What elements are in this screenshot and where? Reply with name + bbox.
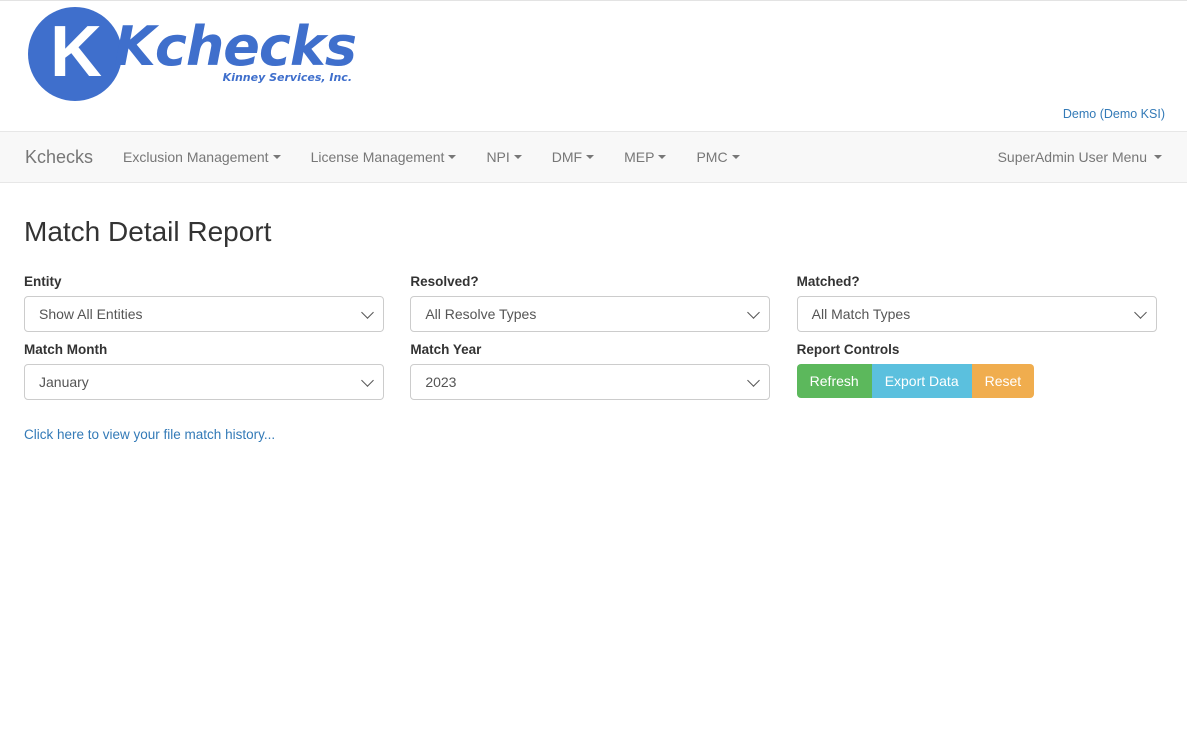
entity-select-value: Show All Entities xyxy=(39,306,143,322)
nav-item-label: NPI xyxy=(486,149,509,165)
report-controls-button-group: Refresh Export Data Reset xyxy=(797,364,1035,398)
nav-item-label: MEP xyxy=(624,149,654,165)
match-month-select-value: January xyxy=(39,374,89,390)
chevron-down-icon xyxy=(361,306,374,319)
account-link-row: Demo (Demo KSI) xyxy=(1063,107,1165,121)
chevron-down-icon xyxy=(1134,306,1147,319)
match-year-label: Match Year xyxy=(410,341,776,358)
navbar-right-group: SuperAdmin User Menu xyxy=(983,132,1187,182)
kchecks-logo[interactable]: K Kchecks Kinney Services, Inc. xyxy=(28,7,356,101)
entity-select[interactable]: Show All Entities xyxy=(24,296,384,332)
nav-item-pmc[interactable]: PMC xyxy=(681,132,754,182)
nav-item-mep[interactable]: MEP xyxy=(609,132,681,182)
export-data-button[interactable]: Export Data xyxy=(872,364,972,398)
resolved-label: Resolved? xyxy=(410,273,776,290)
nav-item-superadmin-user-menu[interactable]: SuperAdmin User Menu xyxy=(983,132,1167,182)
filter-column-2: Resolved? All Resolve Types Match Year 2… xyxy=(410,273,776,400)
filter-column-3: Matched? All Match Types Report Controls… xyxy=(797,273,1163,400)
chevron-down-icon xyxy=(747,374,760,387)
match-year-select[interactable]: 2023 xyxy=(410,364,770,400)
matched-label: Matched? xyxy=(797,273,1163,290)
main-navbar: Kchecks Exclusion Management License Man… xyxy=(0,131,1187,183)
nav-item-label: Exclusion Management xyxy=(123,149,269,165)
brand-header: K Kchecks Kinney Services, Inc. Demo (De… xyxy=(0,1,1187,131)
navbar-brand[interactable]: Kchecks xyxy=(10,132,108,182)
caret-down-icon xyxy=(448,155,456,159)
chevron-down-icon xyxy=(361,374,374,387)
match-month-label: Match Month xyxy=(24,341,390,358)
nav-item-label: DMF xyxy=(552,149,582,165)
logo-circle-icon: K xyxy=(28,7,122,101)
nav-item-license-management[interactable]: License Management xyxy=(296,132,472,182)
caret-down-icon xyxy=(586,155,594,159)
account-link[interactable]: Demo (Demo KSI) xyxy=(1063,107,1165,121)
filters-grid: Entity Show All Entities Match Month Jan… xyxy=(24,273,1163,400)
filter-column-1: Entity Show All Entities Match Month Jan… xyxy=(24,273,390,400)
resolved-select[interactable]: All Resolve Types xyxy=(410,296,770,332)
match-year-select-value: 2023 xyxy=(425,374,456,390)
chevron-down-icon xyxy=(747,306,760,319)
file-match-history-link[interactable]: Click here to view your file match histo… xyxy=(24,427,275,442)
history-link-row: Click here to view your file match histo… xyxy=(24,426,1163,444)
logo-letter: K xyxy=(50,16,100,88)
caret-down-icon xyxy=(1154,155,1162,159)
nav-item-dmf[interactable]: DMF xyxy=(537,132,609,182)
nav-item-label: License Management xyxy=(311,149,445,165)
logo-text-block: Kchecks Kinney Services, Inc. xyxy=(114,19,356,84)
caret-down-icon xyxy=(273,155,281,159)
entity-label: Entity xyxy=(24,273,390,290)
resolved-select-value: All Resolve Types xyxy=(425,306,536,322)
nav-item-label: PMC xyxy=(696,149,727,165)
user-menu-label: SuperAdmin User Menu xyxy=(998,149,1147,165)
nav-item-npi[interactable]: NPI xyxy=(471,132,536,182)
match-month-select[interactable]: January xyxy=(24,364,384,400)
matched-select[interactable]: All Match Types xyxy=(797,296,1157,332)
report-controls-label: Report Controls xyxy=(797,341,1163,358)
page-title: Match Detail Report xyxy=(24,215,1163,249)
caret-down-icon xyxy=(514,155,522,159)
nav-item-exclusion-management[interactable]: Exclusion Management xyxy=(108,132,296,182)
caret-down-icon xyxy=(658,155,666,159)
navbar-left-group: Kchecks Exclusion Management License Man… xyxy=(0,132,755,182)
reset-button[interactable]: Reset xyxy=(972,364,1035,398)
matched-select-value: All Match Types xyxy=(812,306,911,322)
main-content: Match Detail Report Entity Show All Enti… xyxy=(0,215,1187,444)
caret-down-icon xyxy=(732,155,740,159)
logo-wordmark: Kchecks xyxy=(114,19,356,75)
refresh-button[interactable]: Refresh xyxy=(797,364,872,398)
